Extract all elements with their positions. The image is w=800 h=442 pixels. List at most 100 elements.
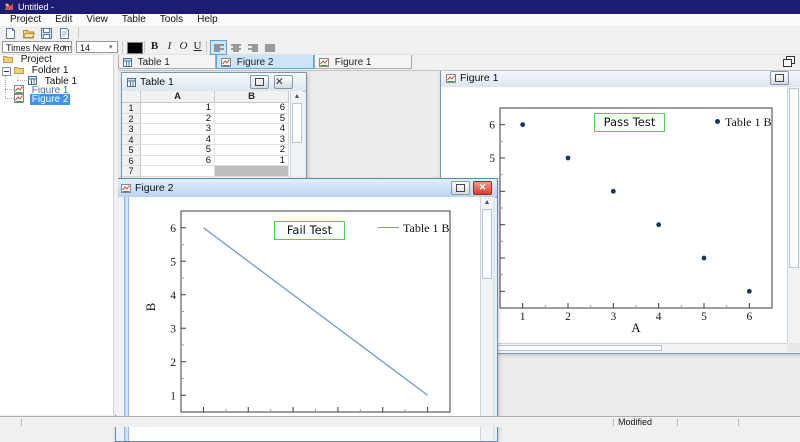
cell-a4[interactable]: 4	[141, 135, 215, 146]
corner-header[interactable]	[122, 91, 141, 103]
restore-button[interactable]	[451, 181, 470, 195]
menu-tools[interactable]: Tools	[153, 14, 190, 26]
menu-project[interactable]: Project	[3, 14, 48, 26]
scroll-up-icon[interactable]: ▲	[291, 91, 303, 102]
row-header[interactable]: 6	[122, 156, 141, 167]
scrollbar-thumb[interactable]	[789, 88, 799, 268]
svg-text:5: 5	[170, 256, 176, 268]
row-header[interactable]: 3	[122, 124, 141, 135]
figure-icon	[14, 85, 24, 94]
row-header[interactable]: 5	[122, 145, 141, 156]
close-button[interactable]: ✕	[473, 181, 492, 195]
scrollbar-thumb[interactable]	[292, 103, 302, 143]
cell-a1[interactable]: 1	[141, 103, 215, 114]
frame-edge	[493, 197, 495, 441]
svg-text:1: 1	[170, 390, 176, 402]
row-header[interactable]: 1	[122, 103, 141, 114]
menu-view[interactable]: View	[79, 14, 115, 26]
overline-button[interactable]: O	[177, 40, 190, 53]
figure2-titlebar[interactable]: Figure 2 ✕	[116, 179, 497, 198]
new-note-icon[interactable]	[58, 27, 71, 40]
status-separator	[613, 418, 614, 426]
tab-figure2[interactable]: Figure 2	[216, 54, 314, 69]
close-button[interactable]: ✕	[274, 75, 293, 89]
tab-table1[interactable]: Table 1	[118, 54, 216, 69]
cell-b1[interactable]: 6	[215, 103, 289, 114]
svg-text:5: 5	[489, 153, 495, 165]
table-icon	[127, 78, 136, 87]
mdi-tabbar: Table 1 Figure 2 Figure 1	[118, 54, 800, 71]
svg-text:5: 5	[701, 311, 707, 323]
cell-b6[interactable]: 1	[215, 156, 289, 167]
cell-a2[interactable]: 2	[141, 114, 215, 125]
row-header[interactable]: 2	[122, 114, 141, 125]
legend-entry: Table 1 B	[403, 221, 449, 236]
figure1-annotation[interactable]: Pass Test	[594, 113, 665, 132]
column-header-a[interactable]: A	[141, 91, 215, 103]
align-center-button[interactable]	[227, 40, 244, 55]
cell-b5[interactable]: 2	[215, 145, 289, 156]
toolbar-separator	[78, 27, 79, 39]
font-size-value: 14	[80, 43, 90, 53]
figure2-annotation[interactable]: Fail Test	[274, 221, 345, 240]
align-justify-button[interactable]	[261, 40, 278, 55]
restore-icon	[456, 184, 465, 192]
align-right-button[interactable]	[244, 40, 261, 55]
cell-a5[interactable]: 5	[141, 145, 215, 156]
scrollbar-thumb[interactable]	[482, 209, 492, 279]
underline-button[interactable]: U	[191, 40, 204, 53]
restore-button[interactable]	[770, 71, 789, 85]
app-title: Untitled -	[18, 0, 54, 14]
cell-b2[interactable]: 5	[215, 114, 289, 125]
figure1-vertical-scrollbar[interactable]	[787, 87, 800, 343]
cell-b4[interactable]: 3	[215, 135, 289, 146]
legend-marker	[715, 119, 720, 124]
save-project-icon[interactable]	[40, 27, 53, 40]
tree-item-label: Folder 1	[30, 65, 71, 76]
open-project-icon[interactable]	[22, 27, 35, 40]
table1-titlebar[interactable]: Table 1 ✕	[122, 73, 306, 92]
italic-button[interactable]: I	[163, 40, 176, 53]
scroll-up-icon[interactable]: ▲	[481, 197, 493, 208]
menu-table[interactable]: Table	[115, 14, 153, 26]
font-family-combo[interactable]: Times New Roman ▾	[2, 41, 72, 53]
font-size-combo[interactable]: 14 ▾	[76, 41, 118, 53]
main-toolbar	[0, 26, 800, 40]
figure2-vertical-scrollbar[interactable]: ▲	[480, 197, 493, 441]
column-header-b[interactable]: B	[215, 91, 289, 103]
window-title: Table 1	[140, 76, 247, 88]
status-separator	[677, 418, 678, 426]
tab-figure1[interactable]: Figure 1	[314, 54, 412, 69]
restore-icon	[255, 78, 264, 86]
tab-label: Table 1	[138, 57, 170, 68]
svg-text:1: 1	[520, 311, 526, 323]
figure1-titlebar[interactable]: Figure 1	[441, 69, 800, 88]
cascade-windows-icon[interactable]	[781, 55, 797, 69]
cell-a7[interactable]	[141, 166, 215, 177]
row-header[interactable]: 4	[122, 135, 141, 146]
tab-label: Figure 1	[335, 57, 372, 68]
tree-item-project[interactable]: Project	[3, 55, 54, 65]
status-separator	[738, 418, 739, 426]
menu-help[interactable]: Help	[190, 14, 225, 26]
close-icon: ✕	[275, 76, 284, 88]
cell-b3[interactable]: 4	[215, 124, 289, 135]
toolbar-separator	[144, 41, 145, 53]
app-titlebar: Untitled -	[0, 0, 800, 14]
tree-item-figure2[interactable]: Figure 2	[14, 94, 70, 104]
align-left-button[interactable]	[210, 40, 227, 55]
align-justify-icon	[265, 44, 275, 52]
text-color-swatch[interactable]	[127, 42, 143, 54]
bold-button[interactable]: B	[148, 40, 161, 53]
current-cell-b7[interactable]	[215, 166, 289, 177]
new-project-icon[interactable]	[4, 27, 17, 40]
restore-button[interactable]	[250, 75, 269, 89]
collapse-expander-icon[interactable]	[2, 67, 11, 76]
cell-a3[interactable]: 3	[141, 124, 215, 135]
table-row: 6 6 1	[122, 156, 290, 167]
cell-a6[interactable]: 6	[141, 156, 215, 167]
row-header[interactable]: 7	[122, 166, 141, 177]
menu-edit[interactable]: Edit	[48, 14, 79, 26]
tree-connector	[17, 80, 27, 81]
tree-item-folder1[interactable]: Folder 1	[14, 66, 70, 76]
